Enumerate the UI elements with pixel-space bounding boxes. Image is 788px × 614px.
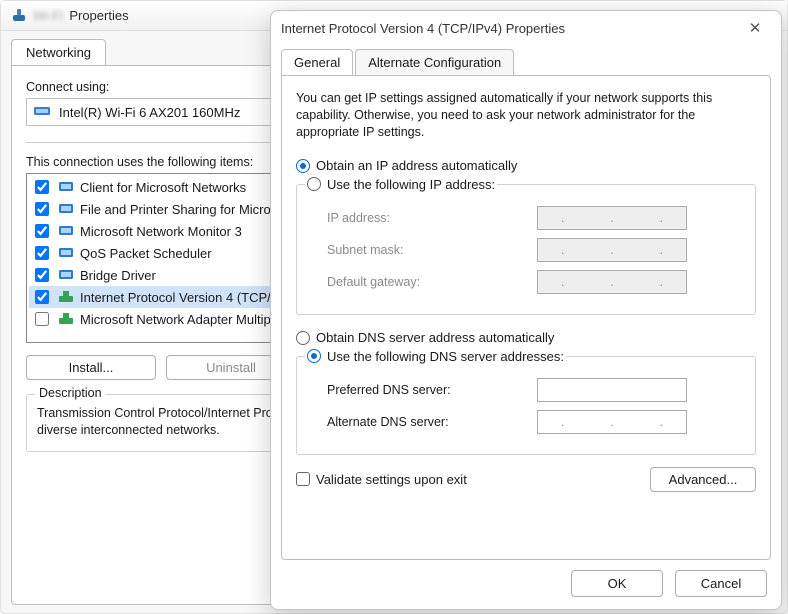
radio-icon	[296, 331, 310, 345]
item-label: QoS Packet Scheduler	[80, 246, 212, 261]
close-icon[interactable]: ✕	[739, 19, 771, 37]
client-icon	[58, 246, 74, 260]
default-gateway-label: Default gateway:	[327, 275, 537, 289]
cancel-button[interactable]: Cancel	[675, 570, 767, 597]
default-gateway-input: ...	[537, 270, 687, 294]
protocol-icon	[58, 290, 74, 304]
tab-networking[interactable]: Networking	[11, 39, 106, 65]
radio-icon	[307, 177, 321, 191]
item-label: Internet Protocol Version 4 (TCP/IPv4)	[80, 290, 301, 305]
item-checkbox[interactable]	[35, 246, 49, 260]
dns-manual-group: Use the following DNS server addresses: …	[296, 349, 756, 455]
subnet-mask-input: ...	[537, 238, 687, 262]
radio-label: Obtain an IP address automatically	[316, 158, 517, 173]
alternate-dns-input[interactable]: ...	[537, 410, 687, 434]
radio-use-following-dns[interactable]: Use the following DNS server addresses:	[307, 349, 564, 364]
ip-manual-group: Use the following IP address: IP address…	[296, 177, 756, 315]
item-checkbox[interactable]	[35, 224, 49, 238]
protocol-icon	[58, 312, 74, 326]
radio-icon	[296, 159, 310, 173]
adapter-name: Intel(R) Wi-Fi 6 AX201 160MHz	[59, 105, 240, 120]
client-icon	[58, 224, 74, 238]
adapter-short-name: Wi-Fi	[33, 8, 63, 23]
subnet-mask-label: Subnet mask:	[327, 243, 537, 257]
alternate-dns-label: Alternate DNS server:	[327, 415, 537, 429]
radio-label: Obtain DNS server address automatically	[316, 330, 554, 345]
item-checkbox[interactable]	[35, 268, 49, 282]
radio-label: Use the following IP address:	[327, 177, 495, 192]
validate-checkbox[interactable]: Validate settings upon exit	[296, 472, 467, 487]
item-checkbox[interactable]	[35, 312, 49, 326]
dialog-titlebar: Internet Protocol Version 4 (TCP/IPv4) P…	[271, 11, 781, 45]
description-label: Description	[35, 386, 106, 400]
client-icon	[58, 268, 74, 282]
tab-general[interactable]: General	[281, 49, 353, 75]
install-button[interactable]: Install...	[26, 355, 156, 380]
preferred-dns-input[interactable]	[537, 378, 687, 402]
checkbox-icon	[296, 472, 310, 486]
tab-alternate-configuration[interactable]: Alternate Configuration	[355, 49, 514, 75]
radio-label: Use the following DNS server addresses:	[327, 349, 564, 364]
preferred-dns-label: Preferred DNS server:	[327, 383, 537, 397]
item-label: Bridge Driver	[80, 268, 156, 283]
item-label: Microsoft Network Monitor 3	[80, 224, 242, 239]
window-icon	[11, 8, 27, 24]
radio-obtain-dns-auto[interactable]: Obtain DNS server address automatically	[296, 327, 756, 349]
ip-address-input: ...	[537, 206, 687, 230]
advanced-button[interactable]: Advanced...	[650, 467, 756, 492]
dialog-buttons: OK Cancel	[271, 560, 781, 609]
item-label: Client for Microsoft Networks	[80, 180, 246, 195]
general-panel: You can get IP settings assigned automat…	[281, 75, 771, 560]
item-checkbox[interactable]	[35, 202, 49, 216]
client-icon	[58, 202, 74, 216]
adapter-icon	[33, 104, 51, 121]
client-icon	[58, 180, 74, 194]
radio-icon	[307, 349, 321, 363]
window-title: Properties	[69, 8, 128, 23]
dialog-title: Internet Protocol Version 4 (TCP/IPv4) P…	[281, 21, 565, 36]
ip-address-label: IP address:	[327, 211, 537, 225]
radio-obtain-ip-auto[interactable]: Obtain an IP address automatically	[296, 155, 756, 177]
help-text: You can get IP settings assigned automat…	[296, 90, 756, 141]
radio-use-following-ip[interactable]: Use the following IP address:	[307, 177, 495, 192]
ok-button[interactable]: OK	[571, 570, 663, 597]
validate-label: Validate settings upon exit	[316, 472, 467, 487]
item-checkbox[interactable]	[35, 180, 49, 194]
item-checkbox[interactable]	[35, 290, 49, 304]
dialog-tabstrip: General Alternate Configuration	[271, 45, 781, 75]
ipv4-properties-dialog: Internet Protocol Version 4 (TCP/IPv4) P…	[270, 10, 782, 610]
